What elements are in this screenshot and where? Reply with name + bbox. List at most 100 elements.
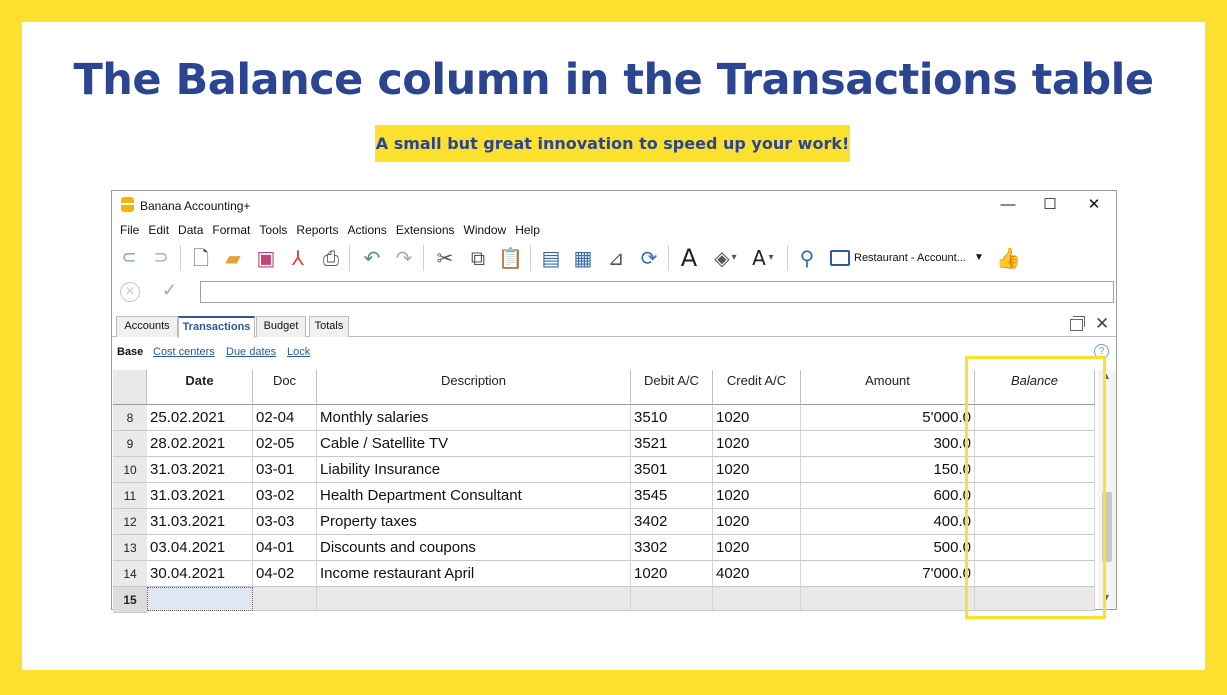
cell-credit-ac[interactable]: 1020: [713, 535, 801, 561]
menu-reports[interactable]: Reports: [296, 221, 338, 239]
new-cell-credit-ac[interactable]: [713, 587, 801, 611]
row-number[interactable]: 13: [113, 535, 147, 561]
row-number[interactable]: 11: [113, 483, 147, 509]
header-doc[interactable]: Doc: [253, 370, 317, 405]
cell-description[interactable]: Discounts and coupons: [317, 535, 631, 561]
cell-credit-ac[interactable]: 1020: [713, 431, 801, 457]
cell-amount[interactable]: 400.0: [801, 509, 975, 535]
menu-data[interactable]: Data: [178, 221, 203, 239]
cut-icon[interactable]: ✂: [433, 246, 457, 270]
cell-debit-ac[interactable]: 3302: [631, 535, 713, 561]
new-cell-description[interactable]: [317, 587, 631, 611]
cell-doc[interactable]: 04-01: [253, 535, 317, 561]
row-number[interactable]: 10: [113, 457, 147, 483]
print-preview-icon[interactable]: ⎙: [319, 246, 343, 270]
new-cell-debit-ac[interactable]: [631, 587, 713, 611]
menu-tools[interactable]: Tools: [259, 221, 287, 239]
cell-date[interactable]: 30.04.2021: [147, 561, 253, 587]
cell-doc[interactable]: 04-02: [253, 561, 317, 587]
text-color-dropdown-icon[interactable]: ▾: [759, 246, 783, 270]
cell-debit-ac[interactable]: 3545: [631, 483, 713, 509]
find-icon[interactable]: ⚲: [795, 246, 819, 270]
edit-row-icon[interactable]: ⊿: [604, 246, 628, 270]
menu-actions[interactable]: Actions: [347, 221, 386, 239]
view-due-dates[interactable]: Due dates: [226, 346, 276, 358]
cell-doc[interactable]: 03-03: [253, 509, 317, 535]
menu-edit[interactable]: Edit: [148, 221, 169, 239]
close-button[interactable]: ✕: [1074, 193, 1114, 217]
row-number[interactable]: 14: [113, 561, 147, 587]
cell-credit-ac[interactable]: 1020: [713, 483, 801, 509]
cell-doc[interactable]: 02-05: [253, 431, 317, 457]
row-number[interactable]: 9: [113, 431, 147, 457]
cell-debit-ac[interactable]: 3402: [631, 509, 713, 535]
row-number[interactable]: 8: [113, 405, 147, 431]
header-description[interactable]: Description: [317, 370, 631, 405]
open-folder-icon[interactable]: ▰: [221, 246, 245, 270]
row-number[interactable]: 12: [113, 509, 147, 535]
cell-amount[interactable]: 500.0: [801, 535, 975, 561]
maximize-button[interactable]: ☐: [1030, 193, 1070, 217]
tab-totals[interactable]: Totals: [309, 316, 349, 337]
cell-doc[interactable]: 03-02: [253, 483, 317, 509]
cell-description[interactable]: Monthly salaries: [317, 405, 631, 431]
tab-budget[interactable]: Budget: [256, 316, 306, 337]
file-selector-dropdown[interactable]: Restaurant - Account... ▼: [828, 247, 990, 269]
copy-icon[interactable]: ⧉: [466, 246, 490, 270]
fill-color-dropdown-icon[interactable]: ▾: [722, 246, 746, 270]
recheck-icon[interactable]: ⟳: [637, 246, 661, 270]
cell-amount[interactable]: 7'000.0: [801, 561, 975, 587]
cell-edit-field[interactable]: [200, 281, 1114, 303]
menu-file[interactable]: File: [120, 221, 139, 239]
cell-date[interactable]: 28.02.2021: [147, 431, 253, 457]
restore-pane-icon[interactable]: [1070, 316, 1085, 331]
cell-doc[interactable]: 02-04: [253, 405, 317, 431]
header-amount[interactable]: Amount: [801, 370, 975, 405]
cell-credit-ac[interactable]: 1020: [713, 457, 801, 483]
tab-accounts[interactable]: Accounts: [116, 316, 178, 337]
view-cost-centers[interactable]: Cost centers: [153, 346, 215, 358]
cell-description[interactable]: Cable / Satellite TV: [317, 431, 631, 457]
cell-description[interactable]: Liability Insurance: [317, 457, 631, 483]
close-pane-icon[interactable]: ✕: [1095, 314, 1109, 334]
cell-date[interactable]: 31.03.2021: [147, 509, 253, 535]
new-cell-amount[interactable]: [801, 587, 975, 611]
cell-description[interactable]: Income restaurant April: [317, 561, 631, 587]
cell-doc[interactable]: 03-01: [253, 457, 317, 483]
cell-credit-ac[interactable]: 1020: [713, 509, 801, 535]
cell-amount[interactable]: 150.0: [801, 457, 975, 483]
menu-help[interactable]: Help: [515, 221, 540, 239]
cancel-edit-icon[interactable]: ✕: [120, 282, 140, 302]
cell-description[interactable]: Health Department Consultant: [317, 483, 631, 509]
new-cell-date[interactable]: [147, 587, 253, 611]
cell-credit-ac[interactable]: 4020: [713, 561, 801, 587]
minimize-button[interactable]: —: [988, 193, 1028, 217]
header-debit-ac[interactable]: Debit A/C: [631, 370, 713, 405]
cell-date[interactable]: 25.02.2021: [147, 405, 253, 431]
cell-amount[interactable]: 5'000.0: [801, 405, 975, 431]
save-icon[interactable]: ▣: [254, 246, 278, 270]
new-cell-doc[interactable]: [253, 587, 317, 611]
view-lock[interactable]: Lock: [287, 346, 310, 358]
tab-transactions[interactable]: Transactions: [178, 316, 255, 338]
cell-debit-ac[interactable]: 3501: [631, 457, 713, 483]
cell-amount[interactable]: 300.0: [801, 431, 975, 457]
pdf-icon[interactable]: ⅄: [286, 246, 310, 270]
cell-description[interactable]: Property taxes: [317, 509, 631, 535]
cell-debit-ac[interactable]: 1020: [631, 561, 713, 587]
font-icon[interactable]: A: [677, 246, 701, 270]
redo-icon[interactable]: ↷: [392, 246, 416, 270]
thumbs-up-icon[interactable]: 👍: [996, 246, 1021, 270]
cell-date[interactable]: 31.03.2021: [147, 483, 253, 509]
undo-icon[interactable]: ↶: [360, 246, 384, 270]
view-base[interactable]: Base: [117, 346, 143, 358]
header-credit-ac[interactable]: Credit A/C: [713, 370, 801, 405]
paste-icon[interactable]: 📋: [498, 246, 523, 270]
cell-debit-ac[interactable]: 3510: [631, 405, 713, 431]
add-rows-icon[interactable]: ▦: [571, 246, 595, 270]
menu-format[interactable]: Format: [212, 221, 250, 239]
cell-date[interactable]: 31.03.2021: [147, 457, 253, 483]
new-file-icon[interactable]: 🗋: [189, 246, 213, 270]
cell-amount[interactable]: 600.0: [801, 483, 975, 509]
cell-credit-ac[interactable]: 1020: [713, 405, 801, 431]
